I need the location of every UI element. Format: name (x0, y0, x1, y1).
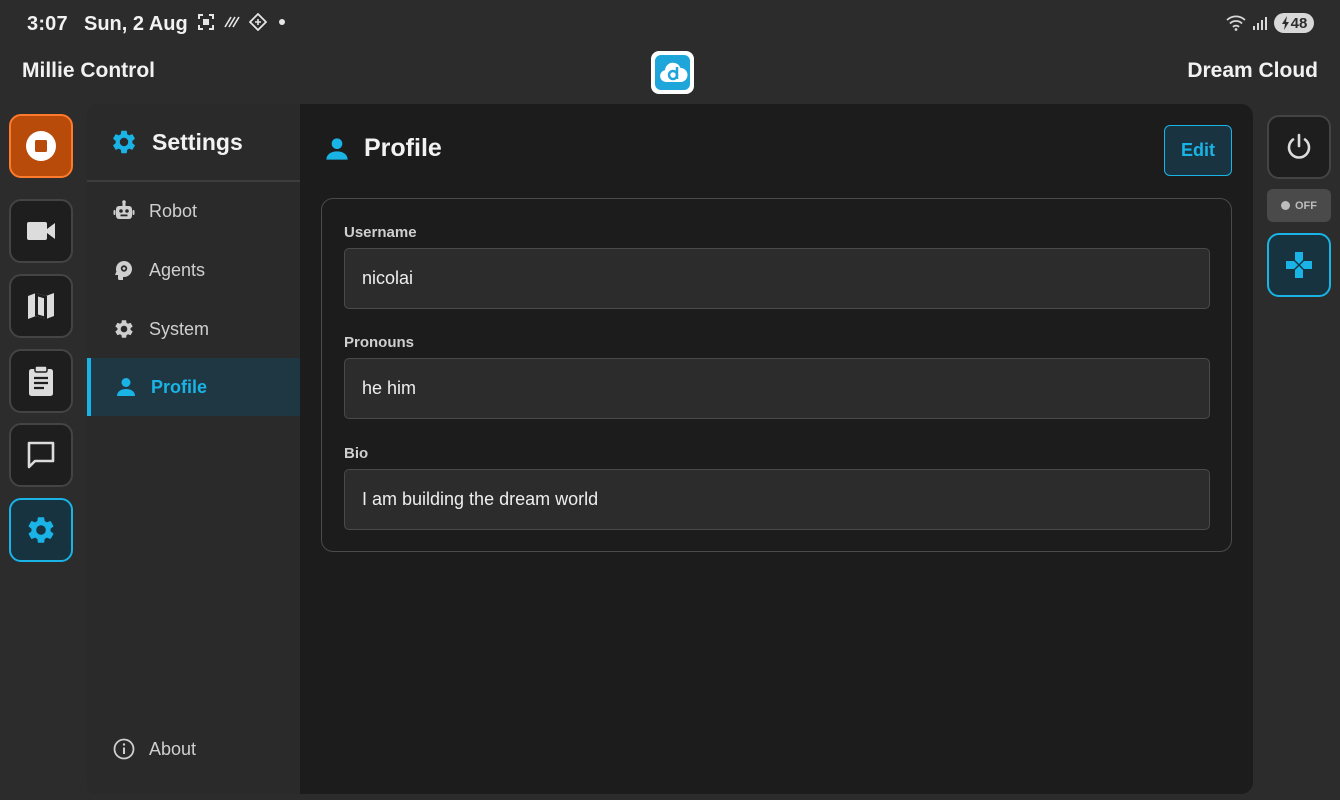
gear-icon (115, 320, 133, 338)
bio-field[interactable]: I am building the dream world (344, 469, 1210, 530)
stop-button[interactable] (9, 114, 73, 178)
camera-button[interactable] (9, 199, 73, 263)
gear-icon (28, 517, 54, 543)
page-title: Profile (324, 134, 442, 163)
sidebar-item-system[interactable]: System (87, 300, 300, 358)
map-icon (28, 293, 54, 319)
sidebar-item-label: System (149, 318, 210, 339)
sidebar-item-label: Profile (151, 376, 208, 397)
toggle-dot (1281, 201, 1290, 210)
person-icon (326, 137, 348, 160)
sidebar-title: Settings (152, 128, 243, 155)
power-button[interactable] (1267, 115, 1331, 179)
agent-head-icon (115, 261, 132, 280)
sidebar-item-agents[interactable]: Agents (87, 241, 300, 299)
dream-cloud-logo-icon[interactable] (651, 51, 694, 94)
app-title: Millie Control (22, 59, 155, 82)
map-button[interactable] (9, 274, 73, 338)
slash-icon (224, 16, 240, 28)
video-camera-icon (27, 222, 55, 240)
page-title-text: Profile (364, 134, 442, 162)
profile-card: Username nicolai Pronouns he him Bio I a… (321, 198, 1232, 552)
sidebar-header: Settings (87, 104, 300, 182)
clipboard-icon (29, 365, 53, 396)
info-icon (113, 738, 135, 760)
gamepad-button[interactable] (1267, 233, 1331, 297)
battery-level: 48 (1290, 14, 1308, 32)
status-notification-icons (197, 13, 285, 31)
settings-sidebar: Settings Robot Agents System Profile Abo… (87, 104, 300, 794)
power-toggle[interactable]: OFF (1267, 189, 1331, 222)
edit-button[interactable]: Edit (1164, 125, 1232, 176)
power-icon (1287, 133, 1311, 159)
bio-label: Bio (344, 445, 369, 462)
sidebar-item-about[interactable]: About (87, 720, 300, 778)
username-label: Username (344, 224, 417, 241)
status-system-icons: 48 (1226, 13, 1314, 33)
profile-content: Profile Edit Username nicolai Pronouns h… (300, 104, 1253, 794)
signal-icon (1253, 17, 1267, 30)
sidebar-item-label: Agents (149, 259, 206, 280)
pronouns-label: Pronouns (344, 334, 414, 351)
wifi-icon (1226, 15, 1246, 31)
sidebar-item-robot[interactable]: Robot (87, 182, 300, 240)
pronouns-field[interactable]: he him (344, 358, 1210, 419)
gear-icon (113, 130, 135, 154)
diamond-icon (249, 13, 267, 31)
toggle-label: OFF (1295, 199, 1317, 212)
chat-button[interactable] (9, 423, 73, 487)
status-date: Sun, 2 Aug (84, 13, 188, 35)
person-icon (117, 378, 135, 396)
sidebar-item-profile[interactable]: Profile (87, 358, 300, 416)
gamepad-icon (1286, 252, 1312, 278)
sidebar-item-label: Robot (149, 200, 198, 221)
dot-icon (279, 19, 285, 25)
stop-icon (26, 131, 56, 161)
tasks-button[interactable] (9, 349, 73, 413)
cloud-name: Dream Cloud (1187, 59, 1318, 82)
screenshot-icon (198, 14, 214, 30)
settings-panel: Settings Robot Agents System Profile Abo… (87, 104, 1253, 794)
sidebar-item-label: About (149, 738, 197, 759)
settings-button[interactable] (9, 498, 73, 562)
status-time: 3:07 (27, 13, 68, 35)
username-field[interactable]: nicolai (344, 248, 1210, 309)
battery-icon: 48 (1274, 13, 1314, 33)
robot-icon (113, 200, 135, 219)
chat-icon (27, 441, 55, 469)
status-bar: 3:07 Sun, 2 Aug 48 (0, 0, 1340, 48)
